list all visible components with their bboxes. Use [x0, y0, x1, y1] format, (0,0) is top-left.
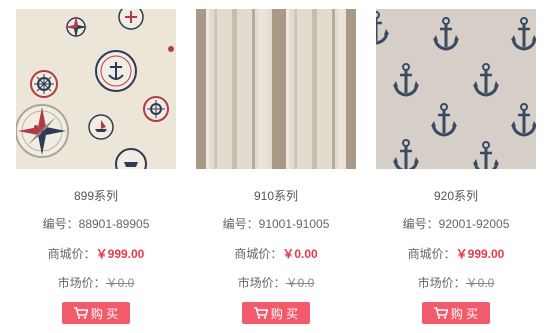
- product-code-label: 编号：: [402, 217, 439, 231]
- buy-button[interactable]: 购 买: [62, 302, 130, 324]
- product-code: 88901-89905: [78, 217, 150, 231]
- product-code-row: 编号：92001-92005: [376, 217, 536, 231]
- mall-price-label: 商城价：: [234, 247, 283, 261]
- product-image[interactable]: [16, 9, 176, 169]
- anchor-pattern-icon: [376, 9, 536, 169]
- product-info: 910系列 编号：91001-91005 商城价：￥0.00 市场价：￥0.0 …: [196, 189, 356, 324]
- market-price: ￥0.0: [285, 276, 315, 290]
- mall-price-row: 商城价：￥999.00: [16, 247, 176, 261]
- market-price: ￥0.0: [465, 276, 495, 290]
- product-code: 92001-92005: [438, 217, 510, 231]
- cart-icon: [433, 307, 448, 319]
- buy-button-label: 购 买: [450, 306, 479, 321]
- product-code-row: 编号：91001-91005: [196, 217, 356, 231]
- product-series-name[interactable]: 899系列: [16, 189, 176, 203]
- cart-icon: [73, 307, 88, 319]
- market-price-label: 市场价：: [57, 276, 106, 290]
- mall-price-row: 商城价：￥999.00: [376, 247, 536, 261]
- product-code-label: 编号：: [42, 217, 79, 231]
- product-code-row: 编号：88901-89905: [16, 217, 176, 231]
- stripe-pattern-icon: [196, 9, 356, 169]
- buy-button[interactable]: 购 买: [422, 302, 490, 324]
- mall-price-label: 商城价：: [47, 247, 96, 261]
- market-price-row: 市场价：￥0.0: [196, 276, 356, 290]
- market-price-row: 市场价：￥0.0: [16, 276, 176, 290]
- cart-icon: [253, 307, 268, 319]
- buy-button-label: 购 买: [270, 306, 299, 321]
- mall-price: ￥999.00: [95, 247, 145, 261]
- mall-price-row: 商城价：￥0.00: [196, 247, 356, 261]
- product-image[interactable]: [196, 9, 356, 169]
- product-info: 899系列 编号：88901-89905 商城价：￥999.00 市场价：￥0.…: [16, 189, 176, 324]
- market-price-label: 市场价：: [237, 276, 286, 290]
- compass-rose-pattern-icon: [16, 9, 176, 169]
- market-price-row: 市场价：￥0.0: [376, 276, 536, 290]
- mall-price-label: 商城价：: [407, 247, 456, 261]
- buy-button-label: 购 买: [90, 306, 119, 321]
- product-card: 910系列 编号：91001-91005 商城价：￥0.00 市场价：￥0.0 …: [196, 9, 356, 324]
- product-card: 920系列 编号：92001-92005 商城价：￥999.00 市场价：￥0.…: [376, 9, 536, 324]
- market-price-label: 市场价：: [417, 276, 466, 290]
- mall-price: ￥999.00: [455, 247, 505, 261]
- buy-button[interactable]: 购 买: [242, 302, 310, 324]
- product-series-name[interactable]: 910系列: [196, 189, 356, 203]
- product-card: 899系列 编号：88901-89905 商城价：￥999.00 市场价：￥0.…: [16, 9, 176, 324]
- product-info: 920系列 编号：92001-92005 商城价：￥999.00 市场价：￥0.…: [376, 189, 536, 324]
- market-price: ￥0.0: [105, 276, 135, 290]
- product-image[interactable]: [376, 9, 536, 169]
- product-grid: 899系列 编号：88901-89905 商城价：￥999.00 市场价：￥0.…: [0, 0, 555, 333]
- mall-price: ￥0.00: [282, 247, 318, 261]
- product-code: 91001-91005: [258, 217, 330, 231]
- product-series-name[interactable]: 920系列: [376, 189, 536, 203]
- product-code-label: 编号：: [222, 217, 259, 231]
